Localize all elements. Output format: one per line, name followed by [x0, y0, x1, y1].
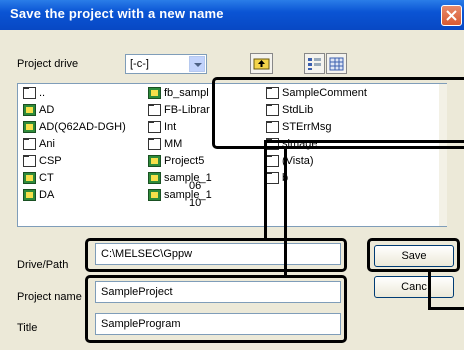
list-item-label: AD(Q62AD-DGH) — [39, 121, 126, 133]
folder-icon — [23, 87, 36, 99]
chevron-down-icon[interactable] — [189, 56, 205, 72]
project-name-label: Project name — [17, 291, 82, 303]
save-highlight — [367, 238, 460, 272]
leader-line-save — [428, 272, 431, 310]
project-icon — [23, 189, 36, 201]
list-item-label: CSP — [39, 155, 62, 167]
leader-line-path — [264, 140, 267, 239]
title-bar: Save the project with a new name — [0, 0, 464, 30]
project-icon — [148, 87, 161, 99]
folder-icon — [266, 172, 279, 184]
project-drive-select[interactable]: [-c-] — [125, 54, 207, 74]
name-title-highlight — [85, 275, 347, 343]
folder-icon — [266, 155, 279, 167]
folder-up-icon — [253, 58, 270, 70]
project-icon — [23, 104, 36, 116]
list-highlight-upper — [212, 77, 464, 149]
leader-line-path-h — [264, 140, 464, 143]
project-drive-label: Project drive — [17, 58, 79, 70]
list-item-label: DA — [39, 189, 55, 201]
cancel-button[interactable]: Canc — [374, 276, 454, 298]
project-icon — [148, 172, 161, 184]
folder-icon — [148, 121, 161, 133]
folder-icon — [23, 138, 36, 150]
list-item-fragment: 06 — [189, 180, 202, 192]
project-icon — [148, 155, 161, 167]
leader-line-name — [284, 149, 287, 276]
list-view-icon — [308, 58, 321, 70]
list-view-button[interactable] — [304, 53, 325, 74]
save-project-dialog: Save the project with a new name Project… — [0, 0, 464, 350]
list-item-label: CT — [39, 172, 54, 184]
list-item-label: AD — [39, 104, 55, 116]
close-button[interactable] — [441, 5, 462, 26]
folder-icon — [23, 155, 36, 167]
detail-view-button[interactable] — [326, 53, 347, 74]
list-item-label: sample_1 — [164, 189, 212, 201]
list-item-label: MM — [164, 138, 183, 150]
title-label: Title — [17, 322, 38, 334]
dialog-title: Save the project with a new name — [10, 6, 224, 21]
project-icon — [148, 189, 161, 201]
folder-up-button[interactable] — [250, 53, 273, 74]
drive-path-highlight — [85, 238, 347, 272]
list-item-fragment: 10 — [189, 197, 202, 209]
list-item-label: FB-Librar — [164, 104, 210, 116]
list-item-label: fb_sampl — [164, 87, 209, 99]
list-item-label: Int — [164, 121, 177, 133]
close-icon — [446, 10, 457, 21]
project-icon — [23, 121, 36, 133]
project-icon — [23, 172, 36, 184]
drive-path-label: Drive/Path — [17, 259, 69, 271]
leader-line-save-h — [428, 307, 464, 310]
folder-icon — [148, 138, 161, 150]
list-item-label: Ani — [39, 138, 55, 150]
list-item-label: .. — [39, 87, 46, 99]
folder-icon — [148, 104, 161, 116]
project-drive-value: [-c-] — [130, 58, 149, 70]
list-item-label: sample_1 — [164, 172, 212, 184]
detail-view-icon — [329, 57, 344, 71]
list-item-label: Project5 — [164, 155, 205, 167]
